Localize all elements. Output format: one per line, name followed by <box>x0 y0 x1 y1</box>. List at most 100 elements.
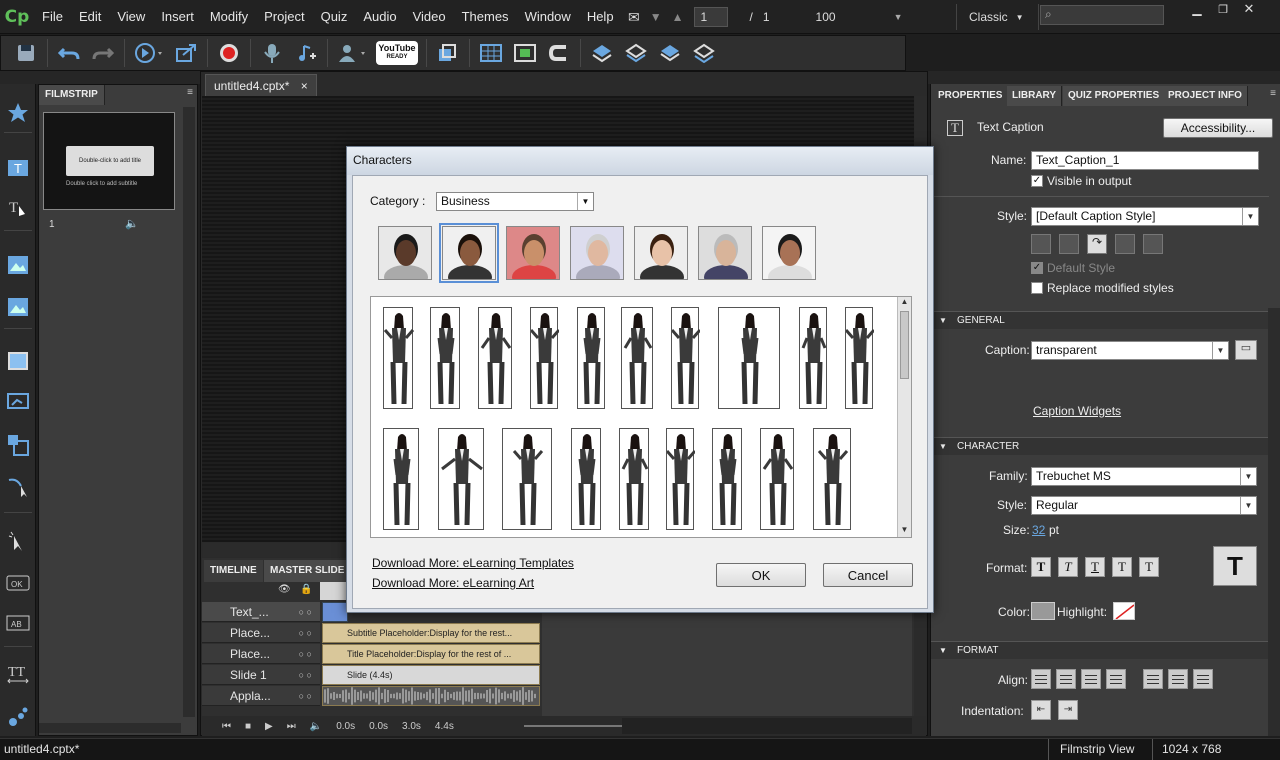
align-bottom-icon[interactable] <box>1193 669 1213 689</box>
visibility-lock-toggles[interactable]: ○ ○ <box>299 644 312 664</box>
close-window-icon[interactable]: ✕ <box>1238 1 1260 16</box>
redo-icon[interactable] <box>86 38 120 68</box>
search-input[interactable] <box>1059 7 1159 23</box>
props-tab-library[interactable]: LIBRARY <box>1007 86 1063 106</box>
character-section[interactable]: CHARACTER <box>931 437 1269 456</box>
timeline-row[interactable]: Appla... ○ ○ <box>202 686 320 706</box>
bold-button[interactable]: T <box>1031 557 1051 577</box>
menu-project[interactable]: Project <box>256 0 312 34</box>
character-pose-thumbnail[interactable] <box>577 307 605 409</box>
character-pose-thumbnail[interactable] <box>621 307 653 409</box>
character-portrait-7[interactable] <box>762 226 816 280</box>
panel-menu-icon[interactable]: ≡ <box>187 87 193 98</box>
arrow-down-icon[interactable]: ▼ <box>650 10 662 24</box>
menu-file[interactable]: File <box>34 0 71 34</box>
character-pose-thumbnail[interactable] <box>478 307 512 409</box>
props-menu-icon[interactable]: ≡ <box>1270 88 1276 99</box>
replace-styles-checkbox[interactable] <box>1031 282 1043 294</box>
click-box-tool-icon[interactable] <box>5 528 31 554</box>
folder-icon[interactable]: ▭ <box>1235 340 1257 360</box>
character-pose-thumbnail[interactable] <box>799 307 827 409</box>
arrow-up-icon[interactable]: ▲ <box>672 10 684 24</box>
bring-to-front-icon[interactable] <box>653 38 687 68</box>
character-portrait-2[interactable] <box>439 223 499 283</box>
mouse-tool-icon[interactable] <box>5 474 31 500</box>
align-center-icon[interactable] <box>1056 669 1076 689</box>
text-entry-box-tool-icon[interactable]: AB <box>5 610 31 636</box>
caption-widgets-link[interactable]: Caption Widgets <box>1033 404 1121 418</box>
properties-scrollbar[interactable] <box>1268 308 1280 736</box>
visibility-lock-toggles[interactable]: ○ ○ <box>299 665 312 685</box>
underline-button[interactable]: T <box>1085 557 1105 577</box>
format-section[interactable]: FORMAT <box>931 641 1269 660</box>
caption-style-select[interactable]: [Default Caption Style] ▼ <box>1031 207 1259 226</box>
menu-themes[interactable]: Themes <box>454 0 517 34</box>
restore-icon[interactable]: ❐ <box>1212 2 1234 16</box>
character-pose-thumbnail[interactable] <box>760 428 794 530</box>
text-caption-tool-icon[interactable]: T <box>5 156 31 182</box>
character-user-icon[interactable] <box>332 38 372 68</box>
character-portrait-4[interactable] <box>570 226 624 280</box>
menu-modify[interactable]: Modify <box>202 0 256 34</box>
character-pose-thumbnail[interactable] <box>844 307 876 409</box>
pose-grid-scrollbar[interactable]: ▲ ▼ <box>897 297 911 537</box>
table-icon[interactable] <box>474 38 508 68</box>
menu-view[interactable]: View <box>109 0 153 34</box>
filmstrip-scrollbar[interactable] <box>183 107 195 717</box>
dialog-title[interactable]: Characters <box>347 147 933 175</box>
timeline-row[interactable]: Text_... ○ ○ <box>202 602 320 622</box>
new-style-icon[interactable] <box>1031 234 1051 254</box>
library-icon[interactable] <box>431 38 465 68</box>
timeline-bar[interactable] <box>322 686 540 706</box>
save-icon[interactable] <box>9 38 43 68</box>
lock-icon[interactable]: 🔒 <box>300 584 312 595</box>
star-tool-icon[interactable] <box>5 100 31 126</box>
record-icon[interactable] <box>212 38 246 68</box>
character-pose-thumbnail[interactable] <box>438 428 484 530</box>
font-family-select[interactable]: Trebuchet MS ▼ <box>1031 467 1257 486</box>
reset-style-icon[interactable]: ↷ <box>1087 234 1107 254</box>
accessibility-button[interactable]: Accessibility... <box>1163 118 1273 138</box>
character-portrait-5[interactable] <box>634 226 688 280</box>
category-select[interactable]: Business ▼ <box>436 192 594 211</box>
caption-type-select[interactable]: transparent ▼ <box>1031 341 1229 360</box>
align-middle-icon[interactable] <box>1168 669 1188 689</box>
eye-icon[interactable]: 👁 <box>278 584 291 595</box>
character-pose-thumbnail[interactable] <box>712 428 742 530</box>
props-tab-properties[interactable]: PROPERTIES <box>933 86 1009 106</box>
speaker-icon[interactable]: 🔈 <box>125 217 139 230</box>
menu-window[interactable]: Window <box>517 0 579 34</box>
workspace-dropdown-icon[interactable]: ▼ <box>1016 13 1024 22</box>
character-pose-thumbnail[interactable] <box>619 428 649 530</box>
zoom-value[interactable]: 100 <box>816 10 836 24</box>
timeline-hscroll[interactable] <box>622 718 912 734</box>
rollover-image-tool-icon[interactable] <box>5 294 31 320</box>
zoom-area-tool-icon[interactable] <box>5 432 31 458</box>
character-pose-thumbnail[interactable] <box>718 307 780 409</box>
character-pose-thumbnail[interactable] <box>813 428 851 530</box>
send-to-back-icon[interactable] <box>687 38 721 68</box>
character-portrait-6[interactable] <box>698 226 752 280</box>
download-templates-link[interactable]: Download More: eLearning Templates <box>372 556 574 570</box>
timeline-row[interactable]: Place... ○ ○ <box>202 623 320 643</box>
character-pose-thumbnail[interactable] <box>383 307 415 409</box>
menu-audio[interactable]: Audio <box>355 0 404 34</box>
minimize-icon[interactable]: ▁ <box>1186 2 1208 16</box>
widget-tool-icon[interactable] <box>5 704 31 730</box>
email-icon[interactable]: ✉ <box>628 9 640 26</box>
align-justify-icon[interactable] <box>1106 669 1126 689</box>
youtube-icon[interactable]: YouTube READY <box>372 38 422 68</box>
character-pose-thumbnail[interactable] <box>529 307 561 409</box>
search-box[interactable]: ⌕ <box>1040 5 1164 25</box>
cancel-button[interactable]: Cancel <box>823 563 913 587</box>
timeline-bar[interactable]: Slide (4.4s) <box>322 665 540 685</box>
character-pose-thumbnail[interactable] <box>383 428 419 530</box>
speaker-timeline-icon[interactable]: 🔈 <box>310 721 322 732</box>
menu-help[interactable]: Help <box>579 0 622 34</box>
character-pose-thumbnail[interactable] <box>502 428 552 530</box>
text-animation-tool-icon[interactable]: TT <box>5 660 31 686</box>
visible-checkbox[interactable]: ✓ <box>1031 175 1043 187</box>
font-size-value[interactable]: 32 <box>1032 523 1045 537</box>
highlight-box-tool-icon[interactable] <box>5 348 31 374</box>
bring-forward-icon[interactable] <box>585 38 619 68</box>
